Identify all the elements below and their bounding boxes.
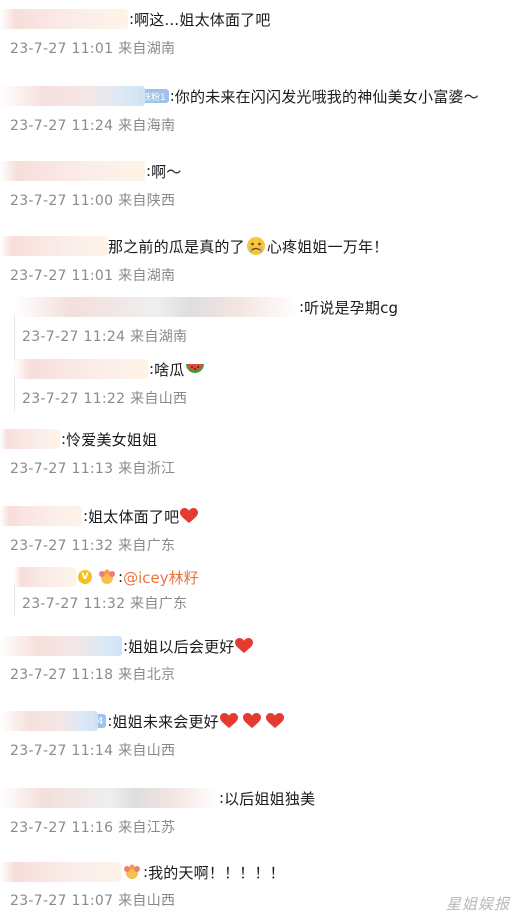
comment-location: 来自湖南 bbox=[130, 329, 188, 345]
blurred-username[interactable] bbox=[0, 236, 108, 256]
blurred-username[interactable] bbox=[14, 297, 298, 317]
blurred-username[interactable] bbox=[0, 86, 145, 106]
comment-location: 来自海南 bbox=[118, 118, 176, 134]
verified-badge-icon: V bbox=[78, 570, 92, 584]
blurred-username[interactable] bbox=[0, 506, 82, 526]
watermelon-icon bbox=[185, 360, 205, 378]
comment-text: 啊～ bbox=[151, 162, 182, 181]
comment-date: 23-7-27 11:01 bbox=[10, 41, 114, 57]
comment-date: 23-7-27 11:00 bbox=[10, 193, 114, 209]
blurred-username[interactable] bbox=[0, 161, 145, 181]
comment-text: 姐姐未来会更好 bbox=[112, 712, 219, 731]
comment-date: 23-7-27 11:14 bbox=[10, 743, 114, 759]
comment-meta: 23-7-27 11:16 来自江苏 bbox=[10, 817, 175, 837]
comment-location: 来自浙江 bbox=[118, 461, 176, 477]
user-mention-link[interactable]: @icey林籽 bbox=[123, 567, 199, 588]
comment-date: 23-7-27 11:07 bbox=[10, 893, 114, 909]
comment-meta: 23-7-27 11:32 来自广东 bbox=[22, 593, 187, 613]
comment-meta: 23-7-27 11:18 来自北京 bbox=[10, 664, 175, 684]
blurred-username[interactable] bbox=[14, 359, 148, 379]
blurred-username[interactable] bbox=[0, 862, 122, 882]
comment-location: 来自山西 bbox=[130, 391, 188, 407]
comment-meta: 23-7-27 11:01 来自湖南 bbox=[10, 38, 175, 58]
comment-date: 23-7-27 11:01 bbox=[10, 268, 114, 284]
comment-location: 来自湖南 bbox=[118, 268, 176, 284]
red-heart-icon bbox=[219, 713, 238, 729]
comment-text: 那之前的瓜是真的了 bbox=[108, 237, 245, 256]
watermark: 星姐娱报 bbox=[445, 895, 510, 913]
flower-crown-icon bbox=[123, 864, 141, 880]
red-heart-icon bbox=[242, 713, 261, 729]
comment-location: 来自广东 bbox=[118, 538, 176, 554]
comment-date: 23-7-27 11:16 bbox=[10, 820, 114, 836]
comment-location: 来自山西 bbox=[118, 893, 176, 909]
comment-meta: 23-7-27 11:32 来自广东 bbox=[10, 535, 175, 555]
comment-date: 23-7-27 11:32 bbox=[22, 596, 126, 612]
comment-text: 姐太体面了吧 bbox=[88, 507, 180, 526]
comment-location: 来自湖南 bbox=[118, 41, 176, 57]
comment-location: 来自山西 bbox=[118, 743, 176, 759]
comment-text: 姐姐以后会更好 bbox=[128, 637, 235, 656]
comment-text: 啥瓜 bbox=[154, 360, 185, 379]
flower-crown-icon bbox=[98, 569, 116, 585]
comment-date: 23-7-27 11:24 bbox=[10, 118, 114, 134]
comment-meta: 23-7-27 11:13 来自浙江 bbox=[10, 458, 175, 478]
comment-text: 你的未来在闪闪发光哦我的神仙美女小富婆～ bbox=[174, 87, 479, 106]
comment-meta: 23-7-27 11:24 来自湖南 bbox=[22, 326, 187, 346]
blurred-username[interactable] bbox=[0, 9, 128, 29]
comment-text: 听说是孕期cg bbox=[304, 298, 399, 317]
comment-meta: 23-7-27 11:22 来自山西 bbox=[22, 388, 187, 408]
comment-location: 来自北京 bbox=[118, 667, 176, 683]
blurred-username[interactable] bbox=[0, 788, 218, 808]
comment-text: 以后姐姐独美 bbox=[224, 789, 316, 808]
comment-date: 23-7-27 11:24 bbox=[22, 329, 126, 345]
comment-text-continued: 心疼姐姐一万年！ bbox=[266, 237, 389, 256]
comment-meta: 23-7-27 11:14 来自山西 bbox=[10, 740, 175, 760]
comment-text: 我的天啊！！！！！ bbox=[148, 863, 285, 882]
blurred-username[interactable] bbox=[0, 636, 122, 656]
comment-meta: 23-7-27 11:24 来自海南 bbox=[10, 115, 175, 135]
red-heart-icon bbox=[265, 713, 284, 729]
crying-face-icon bbox=[246, 236, 266, 256]
comment-date: 23-7-27 11:13 bbox=[10, 461, 114, 477]
comment-meta: 23-7-27 11:00 来自陕西 bbox=[10, 190, 175, 210]
blurred-username[interactable] bbox=[0, 711, 98, 731]
blurred-username[interactable] bbox=[14, 567, 76, 587]
comment-location: 来自江苏 bbox=[118, 820, 176, 836]
comment-location: 来自广东 bbox=[130, 596, 188, 612]
comment-date: 23-7-27 11:32 bbox=[10, 538, 114, 554]
comment-meta: 23-7-27 11:07 来自山西 bbox=[10, 890, 175, 910]
comment-date: 23-7-27 11:18 bbox=[10, 667, 114, 683]
red-heart-icon bbox=[180, 508, 199, 524]
comment-meta: 23-7-27 11:01 来自湖南 bbox=[10, 265, 175, 285]
comment-date: 23-7-27 11:22 bbox=[22, 391, 126, 407]
comment-text: 怜爱美女姐姐 bbox=[66, 430, 158, 449]
red-heart-icon bbox=[235, 638, 254, 654]
comment-text: 啊这...姐太体面了吧 bbox=[134, 10, 271, 29]
comment-location: 来自陕西 bbox=[118, 193, 176, 209]
blurred-username[interactable] bbox=[0, 429, 60, 449]
